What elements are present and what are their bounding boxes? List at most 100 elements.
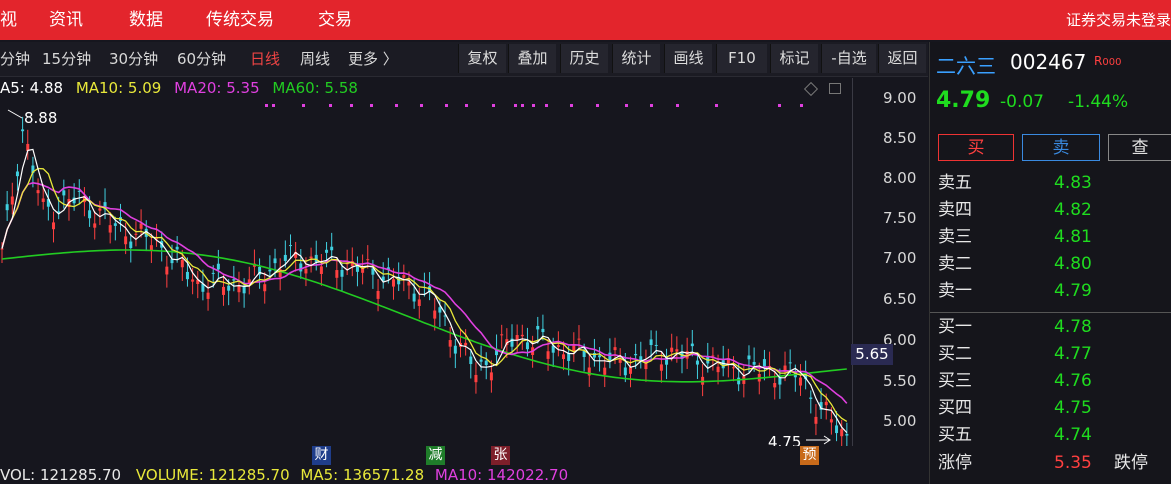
stock-name[interactable]: 二六三 bbox=[936, 50, 996, 79]
event-dot bbox=[521, 104, 524, 107]
candle-body bbox=[556, 345, 560, 347]
candle-body bbox=[93, 223, 97, 228]
candle-body bbox=[10, 196, 14, 205]
candlestick-chart[interactable]: 8.88 4.75 bbox=[0, 98, 928, 446]
event-dot bbox=[778, 104, 781, 107]
order-level-price: 4.78 bbox=[1054, 317, 1092, 337]
candle-body bbox=[438, 307, 442, 313]
chart-menu-icon[interactable] bbox=[829, 83, 841, 94]
vol-ma10-value: MA10: 142022.70 bbox=[434, 466, 569, 484]
candle-body bbox=[608, 352, 612, 361]
f10-button[interactable]: F10 bbox=[716, 44, 767, 73]
ask-row[interactable]: 卖五 4.83 bbox=[938, 170, 1168, 197]
candle-body bbox=[222, 286, 226, 295]
order-level-price: 4.74 bbox=[1054, 425, 1092, 445]
candle-body bbox=[773, 383, 777, 388]
candle-body bbox=[36, 190, 40, 194]
last-price: 4.79 bbox=[936, 88, 991, 113]
candle-body bbox=[788, 362, 792, 364]
candle-body bbox=[175, 246, 179, 250]
candle-body bbox=[314, 254, 318, 262]
event-dot bbox=[329, 104, 332, 107]
bid-row[interactable]: 买四 4.75 bbox=[938, 395, 1168, 422]
candle-body bbox=[165, 266, 169, 275]
history-button[interactable]: 历史 bbox=[560, 44, 608, 73]
candle-body bbox=[376, 290, 380, 299]
nav-item-trade[interactable]: 交易 bbox=[318, 0, 352, 40]
limit-up-value: 5.35 bbox=[1054, 453, 1092, 473]
nav-item-news[interactable]: 资讯 bbox=[49, 0, 83, 40]
mark-button[interactable]: 标记 bbox=[770, 44, 818, 73]
ask-row[interactable]: 卖四 4.82 bbox=[938, 197, 1168, 224]
event-marker-yu[interactable]: 预 bbox=[800, 446, 819, 465]
candle-body bbox=[98, 208, 102, 211]
candle-body bbox=[299, 263, 303, 272]
ask-row[interactable]: 卖三 4.81 bbox=[938, 224, 1168, 251]
sell-button[interactable]: 卖 bbox=[1022, 134, 1100, 161]
bid-row[interactable]: 买二 4.77 bbox=[938, 341, 1168, 368]
event-dot bbox=[800, 104, 803, 107]
bid-row[interactable]: 买一 4.78 bbox=[938, 314, 1168, 341]
order-level-price: 4.80 bbox=[1054, 254, 1092, 274]
order-level-price: 4.79 bbox=[1054, 281, 1092, 301]
event-dot bbox=[465, 104, 468, 107]
period-30min[interactable]: 30分钟 bbox=[109, 42, 158, 76]
candle-body bbox=[237, 285, 241, 293]
chart-diamond-icon[interactable] bbox=[803, 81, 819, 97]
period-more[interactable]: 更多 〉 bbox=[348, 42, 398, 76]
candle-body bbox=[366, 259, 370, 261]
candle-body bbox=[567, 352, 571, 361]
candle-body bbox=[628, 367, 632, 374]
period-daily[interactable]: 日线 bbox=[250, 42, 280, 76]
axis-tick: 5.50 bbox=[883, 372, 917, 390]
candle-body bbox=[304, 268, 308, 274]
nav-item-traditional-trade[interactable]: 传统交易 bbox=[206, 0, 274, 40]
candle-body bbox=[474, 374, 478, 383]
bid-row[interactable]: 买三 4.76 bbox=[938, 368, 1168, 395]
candle-body bbox=[515, 335, 519, 340]
period-minute[interactable]: 分钟 bbox=[0, 42, 30, 76]
candle-body bbox=[273, 258, 277, 264]
candle-body bbox=[52, 222, 56, 230]
watchlist-button[interactable]: -自选 bbox=[821, 44, 876, 73]
draw-line-button[interactable]: 画线 bbox=[664, 44, 712, 73]
candle-body bbox=[829, 419, 833, 423]
period-60min[interactable]: 60分钟 bbox=[177, 42, 226, 76]
candle-body bbox=[330, 246, 334, 251]
buy-button[interactable]: 买 bbox=[938, 134, 1014, 161]
back-button[interactable]: 返回 bbox=[878, 44, 926, 73]
vol-ma5-value: MA5: 136571.28 bbox=[300, 466, 425, 484]
candle-body bbox=[479, 359, 483, 362]
stats-button[interactable]: 统计 bbox=[612, 44, 660, 73]
fuquan-button[interactable]: 复权 bbox=[458, 44, 506, 73]
event-marker-cai[interactable]: 财 bbox=[312, 446, 331, 465]
candle-body bbox=[88, 210, 92, 219]
login-status[interactable]: 证券交易未登录 bbox=[1066, 0, 1171, 40]
order-level-label: 卖二 bbox=[938, 254, 972, 274]
nav-item-data[interactable]: 数据 bbox=[129, 0, 163, 40]
axis-tick: 9.00 bbox=[883, 89, 917, 107]
ask-row[interactable]: 卖二 4.80 bbox=[938, 251, 1168, 278]
period-15min[interactable]: 15分钟 bbox=[42, 42, 91, 76]
event-marker-jian[interactable]: 减 bbox=[426, 446, 445, 465]
candle-body bbox=[180, 259, 184, 268]
candle-body bbox=[21, 129, 25, 132]
query-button[interactable]: 查 bbox=[1108, 134, 1171, 161]
period-weekly[interactable]: 周线 bbox=[300, 42, 330, 76]
candle-body bbox=[747, 355, 751, 360]
bid-row[interactable]: 买五 4.74 bbox=[938, 422, 1168, 449]
limit-row: 涨停 5.35 跌停 bbox=[938, 450, 1171, 477]
candle-body bbox=[124, 236, 128, 245]
overlay-button[interactable]: 叠加 bbox=[508, 44, 556, 73]
candle-body bbox=[484, 360, 488, 365]
event-dot bbox=[650, 104, 653, 107]
candle-body bbox=[675, 349, 679, 352]
nav-item-view[interactable]: 视 bbox=[0, 0, 17, 40]
event-dots bbox=[265, 104, 803, 107]
ask-row[interactable]: 卖一 4.79 bbox=[938, 278, 1168, 305]
candle-body bbox=[649, 339, 653, 346]
candle-body bbox=[840, 429, 844, 437]
event-marker-zhang[interactable]: 张 bbox=[491, 446, 510, 465]
stock-code: 002467 bbox=[1010, 50, 1087, 74]
candle-body bbox=[402, 275, 406, 278]
